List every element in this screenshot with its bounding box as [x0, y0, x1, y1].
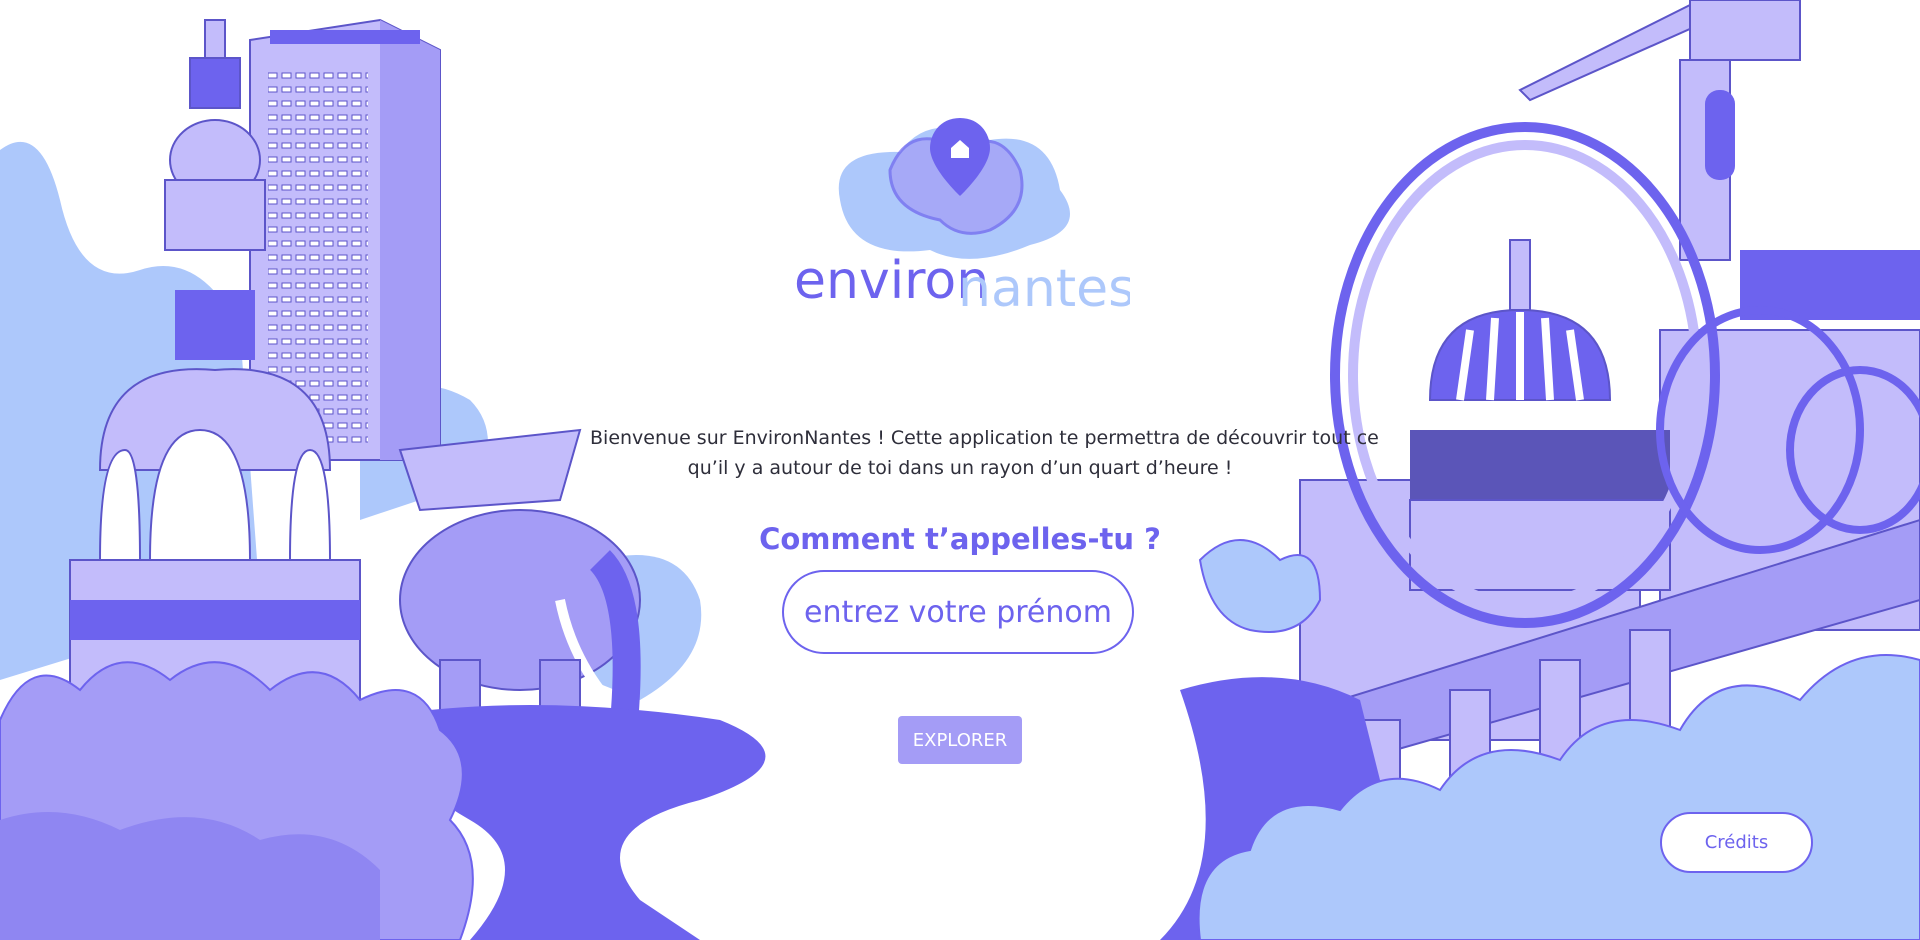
- intro-line-2: qu’il y a autour de toi dans un rayon d’…: [687, 457, 1233, 479]
- main-content: environ nantes Bienvenue sur EnvironNant…: [0, 0, 1920, 940]
- name-question: Comment t’appelles-tu ?: [759, 522, 1161, 556]
- explore-button[interactable]: EXPLORER: [898, 716, 1022, 764]
- name-input[interactable]: [782, 570, 1134, 654]
- logo-text-nantes: nantes: [958, 259, 1130, 310]
- intro-line-1: Bienvenue sur EnvironNantes ! Cette appl…: [590, 427, 1379, 449]
- intro-text: Bienvenue sur EnvironNantes ! Cette appl…: [590, 423, 1379, 483]
- environantes-logo: environ nantes: [794, 118, 1130, 310]
- credits-button[interactable]: Crédits: [1660, 812, 1813, 873]
